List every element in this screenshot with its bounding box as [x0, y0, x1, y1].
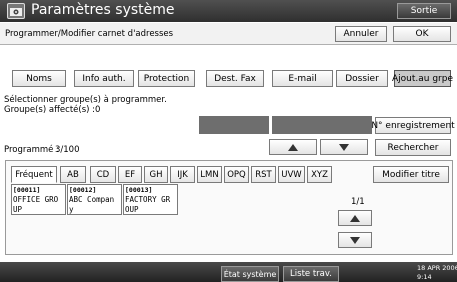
page-indicator: 1/1 [351, 197, 365, 207]
modify-title-button[interactable]: Modifier titre [373, 166, 449, 183]
search-button[interactable]: Rechercher [375, 139, 451, 156]
job-list-button[interactable]: Liste trav. [283, 266, 339, 282]
tab-folder[interactable]: Dossier [336, 70, 388, 87]
address-entry[interactable]: [00013] FACTORY GR OUP [123, 184, 178, 215]
entry-name: ABC Compan [69, 195, 115, 204]
index-tab-opq[interactable]: OPQ [224, 166, 249, 183]
cancel-button[interactable]: Annuler [335, 26, 387, 42]
arrow-down-icon [350, 236, 360, 244]
index-tab-ab[interactable]: AB [60, 166, 86, 183]
scroll-down-button[interactable] [320, 139, 368, 155]
entry-name: OFFICE GRO [13, 195, 59, 204]
entry-name-continued: OUP [125, 205, 139, 214]
selection-display-left [199, 116, 269, 134]
index-tab-uvw[interactable]: UVW [278, 166, 305, 183]
entry-name-continued: y [69, 205, 74, 214]
index-tab-ijk[interactable]: IJK [170, 166, 195, 183]
tab-names[interactable]: Noms [12, 70, 66, 87]
time-display: 9:14 [417, 273, 432, 281]
index-tab-lmn[interactable]: LMN [197, 166, 222, 183]
registration-number-button[interactable]: N° enregistrement [371, 117, 455, 134]
arrow-up-icon [288, 143, 298, 151]
date-display: 18 APR 2006 [417, 264, 457, 272]
instruction-text: Sélectionner groupe(s) à programmer. [4, 95, 167, 105]
settings-panel-icon [7, 3, 25, 19]
address-entry[interactable]: [00012] ABC Compan y [67, 184, 122, 215]
selection-display-right [272, 116, 372, 134]
tab-add-to-group[interactable]: Ajout.au grpe [392, 70, 453, 87]
index-tab-ef[interactable]: EF [118, 166, 142, 183]
index-tab-cd[interactable]: CD [90, 166, 116, 183]
arrow-up-icon [350, 214, 360, 222]
index-tab-rst[interactable]: RST [251, 166, 276, 183]
exit-button[interactable]: Sortie [397, 3, 451, 19]
ok-button[interactable]: OK [393, 26, 451, 42]
index-tab-gh[interactable]: GH [144, 166, 168, 183]
entry-name-continued: UP [13, 205, 23, 214]
page-up-button[interactable] [338, 210, 372, 226]
page-title: Paramètres système [31, 2, 175, 18]
address-entry[interactable]: [00011] OFFICE GRO UP [11, 184, 66, 215]
tab-fax-destination[interactable]: Dest. Fax [206, 70, 264, 87]
scroll-up-button[interactable] [269, 139, 317, 155]
index-tab-frequent[interactable]: Fréquent [11, 166, 57, 183]
tab-email[interactable]: E-mail [272, 70, 333, 87]
programmed-count: 3/100 [55, 145, 80, 155]
entry-number: [00013] [125, 186, 153, 194]
system-status-button[interactable]: État système [221, 266, 279, 282]
tab-protection[interactable]: Protection [138, 70, 195, 87]
page-down-button[interactable] [338, 232, 372, 248]
index-tab-xyz[interactable]: XYZ [307, 166, 332, 183]
entry-number: [00011] [13, 186, 41, 194]
tab-auth-info[interactable]: Info auth. [74, 70, 134, 87]
arrow-down-icon [339, 143, 349, 151]
subheader-title: Programmer/Modifier carnet d'adresses [5, 29, 174, 39]
entry-number: [00012] [69, 186, 97, 194]
entry-name: FACTORY GR [125, 195, 171, 204]
programmed-label: Programmé : [4, 145, 59, 155]
groups-assigned-text: Groupe(s) affecté(s) :0 [4, 105, 101, 115]
